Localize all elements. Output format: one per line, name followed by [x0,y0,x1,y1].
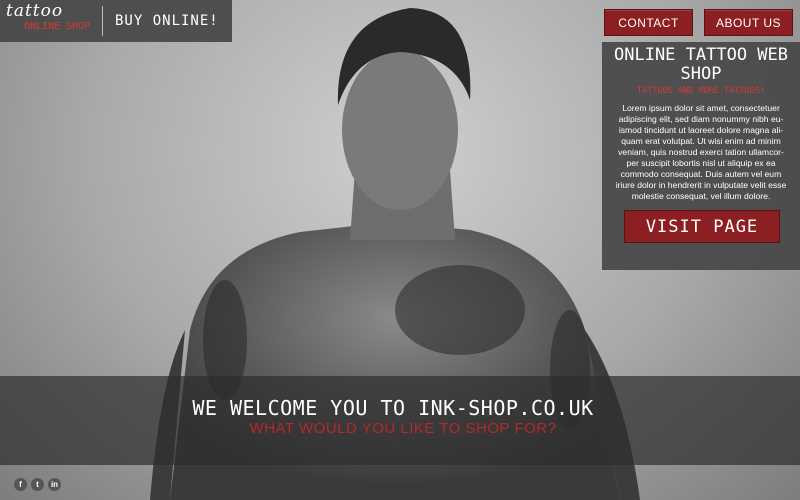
facebook-icon[interactable]: f [14,478,27,491]
about-us-button[interactable]: ABOUT US [704,9,793,36]
info-panel: ONLINE TATTOO WEB SHOP TATTOOS AND MORE … [602,42,800,270]
twitter-icon[interactable]: t [31,478,44,491]
contact-button[interactable]: CONTACT [604,9,693,36]
visit-page-button[interactable]: VISIT PAGE [624,210,780,243]
logo-subtitle: ONLINE SHOP [24,21,91,32]
welcome-banner: WE WELCOME YOU TO INK-SHOP.CO.UK WHAT WO… [0,376,800,465]
social-links: f t in [14,478,61,491]
logo-bar: tattoo ONLINE SHOP BUY ONLINE! [0,0,232,42]
logo-script-text: tattoo [6,1,64,21]
panel-title: ONLINE TATTOO WEB SHOP [614,45,788,84]
banner-title: WE WELCOME YOU TO INK-SHOP.CO.UK [192,396,594,420]
panel-subtitle: TATTOOS AND MORE TATTOOS! [637,86,765,96]
buy-online-tagline: BUY ONLINE! [115,13,219,29]
logo-divider [102,6,103,36]
site-logo[interactable]: tattoo ONLINE SHOP [0,0,100,42]
panel-body-text: Lorem ipsum dolor sit amet, consectetuer… [615,103,787,201]
banner-subtitle: WHAT WOULD YOU LIKE TO SHOP FOR? [249,420,557,437]
linkedin-icon[interactable]: in [48,478,61,491]
